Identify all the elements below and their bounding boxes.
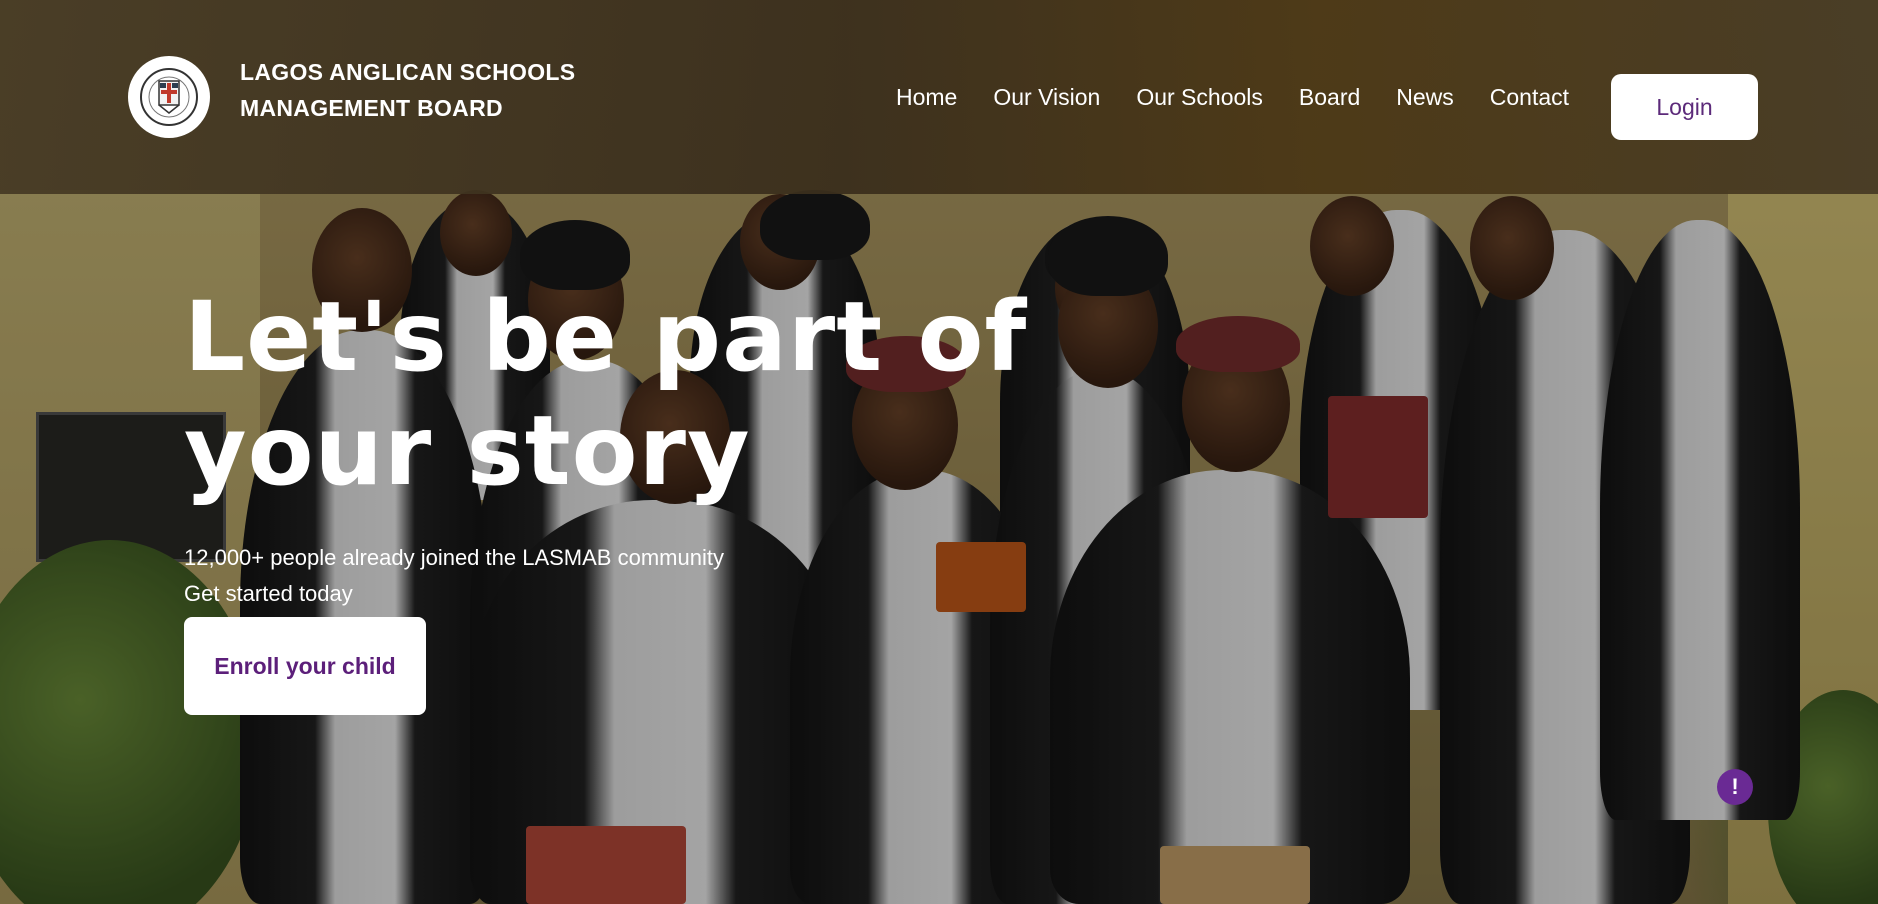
organization-name[interactable]: LAGOS ANGLICAN SCHOOLS MANAGEMENT BOARD <box>240 54 600 126</box>
crest-logo-graphic <box>140 68 198 126</box>
nav-item-home[interactable]: Home <box>896 84 957 111</box>
login-button[interactable]: Login <box>1611 74 1758 140</box>
nav-item-news[interactable]: News <box>1396 84 1454 111</box>
nav-item-contact[interactable]: Contact <box>1490 84 1569 111</box>
organization-name-line2: MANAGEMENT BOARD <box>240 95 503 121</box>
enroll-child-button[interactable]: Enroll your child <box>184 617 426 715</box>
community-count-text: 12,000+ people already joined the LASMAB… <box>184 545 724 570</box>
get-started-text: Get started today <box>184 581 353 606</box>
main-nav: Home Our Vision Our Schools Board News C… <box>896 84 1569 111</box>
nav-item-our-vision[interactable]: Our Vision <box>993 84 1100 111</box>
hero-subtext: 12,000+ people already joined the LASMAB… <box>184 540 724 612</box>
hero-headline-line1: Let's be part of <box>184 281 1028 393</box>
crest-logo-icon[interactable] <box>128 56 210 138</box>
hero-headline-line2: your story <box>184 395 751 507</box>
organization-name-line1: LAGOS ANGLICAN SCHOOLS <box>240 59 576 85</box>
exclamation-icon[interactable]: ! <box>1717 769 1753 805</box>
feedback-label: ! <box>1731 774 1739 799</box>
site-header: LAGOS ANGLICAN SCHOOLS MANAGEMENT BOARD … <box>0 0 1878 194</box>
hero-headline: Let's be part of your story <box>184 280 1084 508</box>
nav-item-our-schools[interactable]: Our Schools <box>1136 84 1263 111</box>
nav-item-board[interactable]: Board <box>1299 84 1360 111</box>
